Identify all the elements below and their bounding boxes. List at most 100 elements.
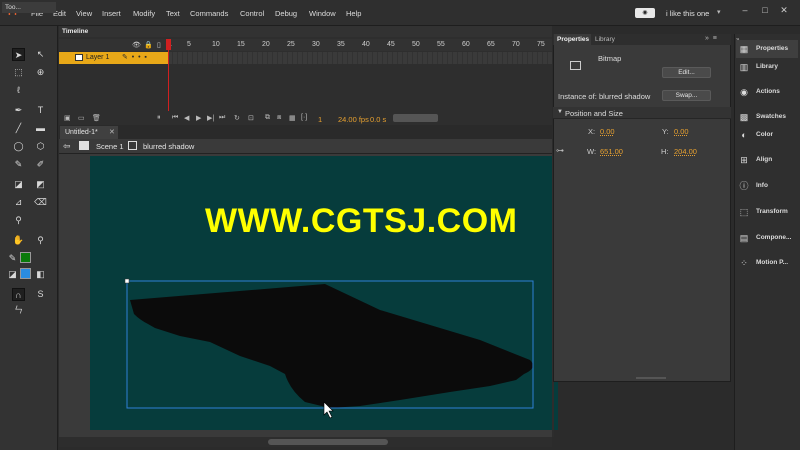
y-field[interactable]: 0.00 bbox=[674, 127, 689, 136]
step-forward-icon[interactable]: ▶| bbox=[207, 114, 214, 122]
subselection-tool-icon[interactable]: ↖ bbox=[34, 48, 47, 61]
section-title[interactable]: Position and Size bbox=[565, 109, 623, 118]
dock-item-actions[interactable]: ◉ Actions bbox=[736, 83, 798, 101]
eraser-tool-icon[interactable]: ⌫ bbox=[34, 196, 47, 209]
fps-readout[interactable]: 24.00 fps bbox=[338, 115, 369, 124]
menu-modify[interactable]: Modify bbox=[133, 9, 155, 18]
workspace-switcher[interactable]: i like this one bbox=[666, 9, 709, 18]
go-to-last-frame-icon[interactable]: ⏭ bbox=[219, 114, 225, 122]
onion-outline-icon[interactable]: ⧈ bbox=[277, 114, 281, 122]
lasso-tool-icon[interactable]: ℓ bbox=[12, 84, 25, 97]
current-frame-readout[interactable]: 1 bbox=[318, 115, 322, 124]
selection-tool-icon[interactable]: ➤ bbox=[12, 48, 25, 61]
layer-state-icons[interactable]: ✎ • • ▪ bbox=[122, 53, 147, 61]
dock-item-library[interactable]: ▥ Library bbox=[736, 58, 798, 76]
dock-item-color[interactable]: ◐ Color bbox=[736, 126, 798, 144]
chevron-down-icon[interactable]: ▼ bbox=[557, 109, 563, 115]
lock-proportions-icon[interactable]: ⊶ bbox=[556, 146, 564, 155]
layer-name[interactable]: Layer 1 bbox=[86, 54, 109, 61]
components-icon: ▤ bbox=[739, 233, 749, 243]
step-back-icon[interactable]: ◀ bbox=[184, 114, 189, 122]
tab-library[interactable]: Library bbox=[595, 36, 615, 43]
pencil-tool-icon[interactable]: ✎ bbox=[12, 158, 25, 171]
menu-debug[interactable]: Debug bbox=[275, 9, 297, 18]
dock-item-components[interactable]: ▤ Compone... bbox=[736, 229, 798, 247]
menu-control[interactable]: Control bbox=[240, 9, 264, 18]
timeline-scrollbar[interactable] bbox=[393, 114, 438, 122]
registration-point[interactable] bbox=[124, 278, 130, 284]
menu-commands[interactable]: Commands bbox=[190, 9, 228, 18]
tab-properties[interactable]: Properties bbox=[554, 34, 591, 45]
blurred-shadow-bitmap[interactable] bbox=[120, 270, 550, 420]
tab-timeline[interactable]: Timeline bbox=[62, 28, 88, 35]
playhead[interactable] bbox=[166, 39, 171, 111]
chevron-down-icon[interactable]: ▾ bbox=[717, 8, 721, 16]
line-tool-icon[interactable]: ╱ bbox=[12, 122, 25, 135]
dock-item-align[interactable]: ⊞ Align bbox=[736, 151, 798, 169]
rectangle-tool-icon[interactable]: ▬ bbox=[34, 122, 47, 135]
dock-item-info[interactable]: ⓘ Info bbox=[736, 177, 798, 195]
text-tool-icon[interactable]: T bbox=[34, 104, 47, 117]
maximize-icon[interactable]: □ bbox=[758, 4, 772, 16]
delete-layer-icon[interactable]: 🗑 bbox=[92, 114, 101, 122]
layer-frame-cells[interactable] bbox=[168, 52, 552, 64]
zoom-tool-icon[interactable]: ⚲ bbox=[34, 234, 47, 247]
oval-tool-icon[interactable]: ◯ bbox=[12, 140, 25, 153]
height-field[interactable]: 204.00 bbox=[674, 147, 697, 156]
swap-colors-icon[interactable]: ◧ bbox=[34, 268, 47, 281]
shadow-shape[interactable] bbox=[130, 284, 533, 408]
paint-bucket-tool-icon[interactable]: ◪ bbox=[12, 178, 25, 191]
outline-icon[interactable]: ▯ bbox=[157, 41, 161, 49]
polystar-tool-icon[interactable]: ⬡ bbox=[34, 140, 47, 153]
dock-item-transform[interactable]: ⬚ Transform bbox=[736, 203, 798, 221]
onion-skin-icon[interactable]: ⧉ bbox=[265, 114, 270, 122]
go-to-first-frame-icon[interactable]: ⏮ bbox=[172, 114, 178, 122]
back-arrow-icon[interactable]: ⇦ bbox=[63, 141, 71, 152]
close-icon[interactable]: ✕ bbox=[109, 128, 115, 136]
lock-icon[interactable]: 🔒 bbox=[144, 41, 153, 49]
free-transform-tool-icon[interactable]: ⬚ bbox=[12, 66, 25, 79]
menu-help[interactable]: Help bbox=[346, 9, 361, 18]
show-hide-icon[interactable]: 👁 bbox=[132, 41, 141, 49]
close-icon[interactable]: ✕ bbox=[777, 4, 791, 16]
dock-item-properties[interactable]: ▦ Properties bbox=[736, 40, 798, 58]
menu-text[interactable]: Text bbox=[166, 9, 180, 18]
horizontal-scroll-thumb[interactable] bbox=[268, 439, 388, 445]
snap-to-objects-icon[interactable]: ∩ bbox=[12, 288, 25, 301]
ink-bottle-tool-icon[interactable]: ◩ bbox=[34, 178, 47, 191]
straighten-icon[interactable]: ㄣ bbox=[12, 304, 25, 317]
play-icon[interactable]: ▶ bbox=[196, 114, 201, 122]
modify-markers-icon[interactable]: [·] bbox=[301, 114, 307, 121]
menu-window[interactable]: Window bbox=[309, 9, 336, 18]
swap-button[interactable]: Swap... bbox=[662, 90, 711, 101]
menu-insert[interactable]: Insert bbox=[102, 9, 121, 18]
fill-color-swatch[interactable] bbox=[20, 268, 31, 279]
edit-multiple-frames-icon[interactable]: ▦ bbox=[289, 114, 296, 122]
x-field[interactable]: 0.00 bbox=[600, 127, 615, 136]
workspace-sync-icon[interactable]: ◉ bbox=[635, 8, 655, 18]
menu-view[interactable]: View bbox=[76, 9, 92, 18]
stroke-color-swatch[interactable] bbox=[20, 252, 31, 263]
loop-icon[interactable]: ↻ bbox=[234, 114, 240, 122]
breadcrumb-scene[interactable]: Scene 1 bbox=[96, 142, 124, 151]
width-field[interactable]: 651.00 bbox=[600, 147, 623, 156]
minimize-icon[interactable]: – bbox=[738, 4, 752, 16]
3d-rotation-tool-icon[interactable]: ⊕ bbox=[34, 66, 47, 79]
brush-tool-icon[interactable]: ✐ bbox=[34, 158, 47, 171]
breadcrumb-symbol[interactable]: blurred shadow bbox=[143, 142, 194, 151]
bone-tool-icon[interactable]: ⚲ bbox=[12, 214, 25, 227]
pen-tool-icon[interactable]: ✒ bbox=[12, 104, 25, 117]
smooth-icon[interactable]: S bbox=[34, 288, 47, 301]
new-layer-icon[interactable]: ▣ bbox=[64, 114, 71, 122]
playhead-marker-icon[interactable]: ⏸ bbox=[157, 114, 161, 122]
panel-menu-icon[interactable]: » ≡ bbox=[705, 35, 717, 42]
edit-button[interactable]: Edit... bbox=[662, 67, 711, 78]
dock-item-motion-presets[interactable]: ⁘ Motion P... bbox=[736, 254, 798, 272]
dock-item-swatches[interactable]: ▩ Swatches bbox=[736, 108, 798, 126]
new-folder-icon[interactable]: ▭ bbox=[78, 114, 85, 122]
hand-tool-icon[interactable]: ✋ bbox=[12, 234, 25, 247]
panel-resize-grip[interactable] bbox=[636, 377, 666, 379]
center-frame-icon[interactable]: ⊡ bbox=[248, 114, 254, 122]
eyedropper-tool-icon[interactable]: ⊿ bbox=[12, 196, 25, 209]
tools-panel-header[interactable]: Too... bbox=[2, 2, 56, 13]
